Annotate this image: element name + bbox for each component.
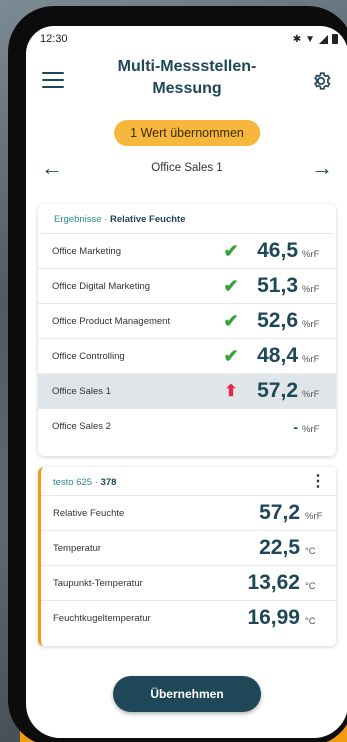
result-row-name: Office Sales 2 [52,421,111,432]
check-icon: ✔ [223,310,239,331]
device-card-header: testo 625 · 378 ⋮ [41,467,336,495]
results-card-header: Ergebnisse · Relative Feuchte [42,204,332,234]
result-row-unit: %rF [302,248,320,260]
status-bar: 12:30 ✱ ▼ [26,26,347,52]
result-row-value: 57,2 [257,379,298,402]
result-row[interactable]: Office Sales 2 - %rF [38,409,336,444]
reading-name: Temperatur [53,542,102,554]
status-time: 12:30 [40,33,68,45]
previous-arrow-icon[interactable]: ← [40,157,64,180]
check-icon: ✔ [223,240,239,261]
check-icon: ✔ [223,345,239,366]
result-row-unit: %rF [302,388,320,400]
result-row-value: 51,3 [257,274,298,297]
measurement-point-navigator: ← Office Sales 1 → [26,154,347,184]
device-separator: · [94,476,98,488]
reading-value: 16,99 [247,606,300,629]
result-row-unit: %rF [302,283,320,295]
result-row-value: 48,4 [257,344,298,367]
apply-button[interactable]: Übernehmen [113,676,261,712]
device-reading-row: Taupunkt-Temperatur 13,62 °C [41,565,336,600]
device-serial: 378 [100,476,117,488]
result-row-name: Office Product Management [52,315,171,327]
app-bar: Multi-Messstellen-Messung [26,52,347,126]
signal-icon [319,34,328,44]
bluetooth-icon: ✱ [292,33,302,45]
result-row[interactable]: Office Marketing ✔ 46,5 %rF [38,234,336,269]
reading-name: Relative Feuchte [53,507,125,519]
phone-frame: 12:30 ✱ ▼ Multi-Messstellen-Messung 1 We… [8,6,347,742]
result-row[interactable]: Office Product Management ✔ 52,6 %rF [38,304,336,339]
reading-value: 13,62 [247,571,300,594]
results-separator: · [104,214,108,225]
result-row[interactable]: Office Digital Marketing ✔ 51,3 %rF [38,269,336,304]
app-screen: 12:30 ✱ ▼ Multi-Messstellen-Messung 1 We… [26,26,347,738]
reading-value: 57,2 [259,501,300,524]
page-title: Multi-Messstellen-Messung [117,58,257,97]
more-options-icon[interactable]: ⋮ [310,474,326,490]
result-row-value: 46,5 [257,239,298,262]
result-row-name: Office Controlling [52,350,125,362]
device-reading-row: Feuchtkugeltemperatur 16,99 °C [41,600,336,635]
result-row-name: Office Digital Marketing [52,280,151,292]
result-row[interactable]: Office Controlling ✔ 48,4 %rF [38,339,336,374]
result-row-value: - [293,418,298,435]
reading-unit: %rF [305,510,323,522]
reading-name: Taupunkt-Temperatur [53,577,143,589]
result-row-value: 52,6 [257,309,298,332]
result-row-name: Office Sales 1 [52,385,111,397]
result-row-unit: %rF [302,424,320,435]
results-parameter: Relative Feuchte [109,214,186,225]
status-banner: 1 Wert übernommen [114,120,260,146]
result-row-unit: %rF [302,318,320,330]
wifi-icon: ▼ [305,33,315,45]
reading-name: Feuchtkugeltemperatur [53,612,151,624]
device-reading-row: Relative Feuchte 57,2 %rF [41,495,336,530]
device-reading-row: Temperatur 22,5 °C [41,530,336,565]
device-card: testo 625 · 378 ⋮ Relative Feuchte 57,2 … [38,467,336,646]
battery-icon [332,34,338,44]
result-row-name: Office Marketing [52,245,121,257]
menu-icon[interactable] [42,72,64,88]
reading-unit: °C [305,545,316,557]
result-row-unit: %rF [302,353,320,365]
current-measurement-point: Office Sales 1 [151,162,223,174]
reading-unit: °C [305,615,316,627]
reading-value: 22,5 [259,536,300,559]
results-card: Ergebnisse · Relative Feuchte Office Mar… [38,204,336,456]
reading-unit: °C [305,580,316,592]
status-icons: ✱ ▼ [293,34,338,45]
result-row-selected[interactable]: Office Sales 1 ⬆ 57,2 %rF [38,374,336,409]
next-arrow-icon[interactable]: → [310,157,334,180]
check-icon: ✔ [223,275,239,296]
gear-icon[interactable] [310,70,332,92]
results-label: Ergebnisse [54,214,102,225]
device-model: testo 625 [53,476,93,488]
arrow-up-icon: ⬆ [224,383,238,400]
